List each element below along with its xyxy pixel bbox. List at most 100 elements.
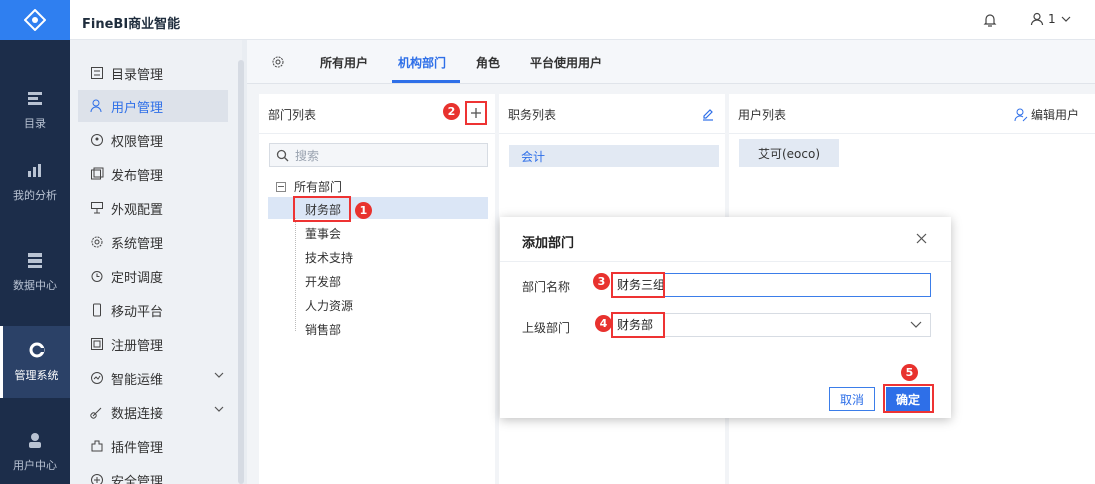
tree-item-hr[interactable]: 人力资源 [305,297,353,314]
dialog-title: 添加部门 [522,236,575,251]
tree-item-development[interactable]: 开发部 [305,273,341,290]
security-icon [91,474,103,484]
admin-menu: 目录管理 用户管理 权限管理 发布管理 外观配置 系统管理 定时调度 移动平台 … [70,40,242,484]
appearance-icon [91,202,103,214]
publish-icon [91,167,104,180]
highlight-name-value [611,272,665,298]
close-icon[interactable] [916,233,927,244]
catalog-icon [28,92,42,105]
menu-item-users[interactable]: 用户管理 [78,90,228,122]
add-department-button[interactable] [465,101,487,125]
menu-label: 智能运维 [111,372,164,388]
tree-guide-line [295,218,296,331]
register-icon [91,338,103,350]
chevron-down-icon [214,406,224,412]
menu-label: 用户管理 [111,100,164,116]
edit-users-label: 编辑用户 [1031,108,1080,122]
user-center-icon [29,433,41,448]
menu-label: 移动平台 [111,304,164,320]
collapse-icon[interactable] [276,181,286,192]
menu-scrollbar[interactable] [238,60,244,484]
tree-root[interactable]: 所有部门 [276,178,342,195]
search-icon [276,149,289,161]
user-item[interactable]: 艾可(eoco) [739,139,839,167]
tab-departments[interactable]: 机构部门 [398,54,446,71]
left-rail: 目录 我的分析 数据中心 管理系统 用户中心 [0,0,70,484]
permission-icon [91,134,103,146]
tab-platform-users[interactable]: 平台使用用户 [530,54,602,71]
menu-item-register[interactable]: 注册管理 [78,328,228,360]
edit-users-button[interactable]: 编辑用户 [1014,106,1079,123]
plus-icon [471,108,481,118]
tree-item-board[interactable]: 董事会 [305,225,341,242]
menu-item-data-connection[interactable]: 数据连接 [78,396,228,428]
menu-label: 外观配置 [111,202,164,218]
user-name: 1 [1048,12,1056,26]
rail-label: 目录 [24,117,46,130]
bell-icon[interactable] [982,12,998,28]
tab-roles[interactable]: 角色 [476,54,500,71]
ops-icon [91,372,103,384]
department-search-input[interactable]: 搜索 [269,143,488,167]
position-panel-title: 职务列表 [508,108,557,122]
user-menu[interactable]: 1 [1030,12,1075,26]
cancel-button[interactable]: 取消 [829,387,875,411]
menu-label: 注册管理 [111,338,164,354]
dialog-divider [500,261,951,262]
position-panel-header: 职务列表 [499,94,725,134]
chevron-down-icon [214,372,224,378]
department-name-label: 部门名称 [522,280,571,294]
gear-icon [91,236,103,248]
user-icon [90,99,102,113]
menu-item-schedule[interactable]: 定时调度 [78,260,228,292]
data-center-icon [28,253,42,268]
mobile-icon [93,303,101,317]
step-badge-3: 3 [593,273,610,290]
tree-item-sales[interactable]: 销售部 [305,321,341,338]
rail-item-analysis[interactable]: 我的分析 [0,146,70,218]
user-icon [1030,12,1044,26]
menu-item-permissions[interactable]: 权限管理 [78,124,228,156]
step-badge-4: 4 [595,315,612,332]
chevron-down-icon [910,321,922,328]
user-panel-title: 用户列表 [738,108,787,122]
step-badge-2: 2 [443,103,460,120]
menu-item-mobile[interactable]: 移动平台 [78,294,228,326]
menu-item-plugins[interactable]: 插件管理 [78,430,228,462]
step-badge-1: 1 [355,202,372,219]
plugin-icon [91,440,103,452]
rail-label: 管理系统 [14,369,59,382]
rail-label: 我的分析 [13,189,57,202]
menu-item-system[interactable]: 系统管理 [78,226,228,258]
clock-icon [91,271,103,282]
gear-icon[interactable] [271,55,285,69]
rail-item-admin[interactable]: 管理系统 [0,326,70,398]
menu-item-security[interactable]: 安全管理 [78,464,228,484]
tree-item-tech-support[interactable]: 技术支持 [305,249,353,266]
menu-item-appearance[interactable]: 外观配置 [78,192,228,224]
rail-item-user-center[interactable]: 用户中心 [0,416,70,484]
list-icon [91,67,103,79]
menu-item-catalog[interactable]: 目录管理 [78,57,228,89]
gear-icon [29,342,44,358]
menu-label: 定时调度 [111,270,164,286]
menu-label: 目录管理 [111,67,164,83]
menu-item-ops[interactable]: 智能运维 [78,362,228,394]
menu-item-publish[interactable]: 发布管理 [78,158,228,190]
rail-item-catalog[interactable]: 目录 [0,74,70,146]
logo-icon[interactable] [0,0,70,40]
rail-label: 数据中心 [13,279,57,292]
menu-label: 数据连接 [111,406,164,422]
analysis-icon [28,164,41,177]
active-tab-indicator [392,80,460,83]
tree-root-label: 所有部门 [294,180,343,194]
rail-item-data-center[interactable]: 数据中心 [0,236,70,308]
position-item[interactable]: 会计 [509,145,719,167]
highlight-confirm [883,384,934,413]
edit-icon[interactable] [701,107,715,121]
step-badge-5: 5 [901,364,918,381]
tab-all-users[interactable]: 所有用户 [320,54,368,71]
tab-bar: 所有用户 机构部门 角色 平台使用用户 [247,40,1095,84]
app-title: FineBI商业智能 [82,17,181,32]
menu-label: 插件管理 [111,440,164,456]
